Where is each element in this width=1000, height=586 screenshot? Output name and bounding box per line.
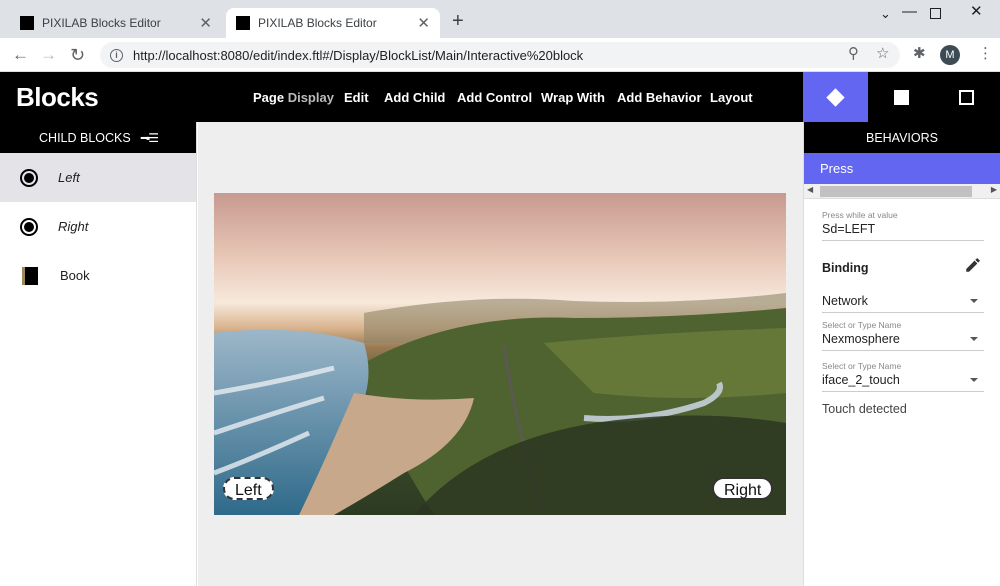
child-item-label: Right	[58, 219, 89, 234]
tree-icon[interactable]: ━▪☰	[141, 131, 159, 145]
forward-icon[interactable]: →	[40, 46, 57, 64]
menu-add-child[interactable]: Add Child	[384, 90, 445, 105]
scrollbar-thumb[interactable]	[820, 186, 972, 197]
touch-status: Touch detected	[822, 402, 907, 416]
behaviors-header: BEHAVIORS	[804, 122, 1000, 153]
pencil-icon[interactable]	[964, 256, 982, 274]
child-blocks-title: CHILD BLOCKS	[39, 130, 131, 145]
behaviors-title: BEHAVIORS	[865, 130, 938, 145]
maximize-icon[interactable]	[930, 8, 941, 19]
square-filled-icon	[894, 89, 909, 105]
chevron-down-icon	[970, 378, 978, 382]
name-select-2[interactable]: Select or Type Name iface_2_touch	[822, 361, 984, 392]
layout-mode-button[interactable]	[934, 72, 999, 122]
name-select-value: iface_2_touch	[822, 373, 900, 387]
menu-add-behavior[interactable]: Add Behavior	[617, 90, 702, 105]
chevron-down-icon	[970, 299, 978, 303]
zoom-icon[interactable]: ⚲	[848, 46, 859, 62]
child-item-right[interactable]: Right	[0, 202, 196, 251]
left-button[interactable]: Left	[223, 477, 274, 500]
child-item-label: Book	[60, 268, 90, 283]
behaviors-panel: BEHAVIORS Press ◀ ▶ Press while at value…	[803, 122, 1000, 586]
tab-title: PIXILAB Blocks Editor	[258, 16, 377, 30]
menu-edit[interactable]: Edit	[344, 90, 369, 105]
minimize-icon[interactable]: —	[902, 4, 917, 20]
behavior-label: Press	[820, 161, 854, 176]
book-icon	[22, 266, 38, 285]
tab-title: PIXILAB Blocks Editor	[42, 16, 161, 30]
avatar[interactable]: M	[940, 45, 960, 65]
menu-wrap-with[interactable]: Wrap With	[541, 90, 605, 105]
app-logo: Blocks	[16, 82, 99, 112]
radio-icon	[20, 217, 38, 236]
url-text: http://localhost:8080/edit/index.ftl#/Di…	[133, 47, 584, 63]
photo-scenery	[214, 293, 786, 515]
horizontal-scrollbar[interactable]: ◀ ▶	[804, 184, 1000, 199]
name-select-value: Nexmosphere	[822, 332, 900, 346]
chevron-down-icon[interactable]: ⌄	[880, 6, 891, 22]
info-icon[interactable]: i	[110, 48, 123, 62]
menu-add-control[interactable]: Add Control	[457, 90, 532, 105]
extensions-icon[interactable]: ✱	[913, 46, 926, 62]
menu-layout[interactable]: Layout	[710, 90, 753, 105]
source-select[interactable]: Network	[822, 292, 984, 313]
menu-page-context: Display	[287, 90, 334, 105]
square-outline-icon	[959, 89, 974, 105]
name-select-1[interactable]: Select or Type Name Nexmosphere	[822, 320, 984, 351]
name-select-label: Select or Type Name	[822, 320, 902, 330]
right-button[interactable]: Right	[712, 477, 774, 500]
behavior-press[interactable]: Press	[804, 153, 1000, 184]
window-close-icon[interactable]: ✕	[970, 4, 983, 20]
child-item-book[interactable]: Book	[0, 251, 196, 300]
press-value-label: Press while at value	[822, 210, 898, 220]
child-item-label: Left	[58, 170, 80, 185]
press-value: Sd=LEFT	[822, 222, 876, 236]
name-select-label: Select or Type Name	[822, 361, 902, 371]
favicon-icon	[236, 16, 250, 30]
source-value: Network	[822, 294, 868, 308]
chevron-down-icon	[970, 337, 978, 341]
coastline-photo[interactable]: Left Right	[214, 193, 786, 515]
press-value-field[interactable]: Press while at value Sd=LEFT	[822, 210, 984, 241]
new-tab-icon[interactable]: +	[452, 11, 464, 31]
star-icon[interactable]: ☆	[876, 46, 889, 62]
editor-canvas: Left Right	[198, 122, 803, 586]
binding-title: Binding	[822, 261, 869, 275]
back-icon[interactable]: ←	[12, 46, 29, 64]
scroll-right-icon[interactable]: ▶	[991, 185, 997, 194]
child-blocks-panel: CHILD BLOCKS ━▪☰ Left Right Book	[0, 122, 197, 586]
diamond-icon	[826, 87, 845, 107]
radio-icon	[20, 168, 38, 187]
app-header: Blocks Page Display Edit Add Child Add C…	[0, 72, 1000, 122]
behaviors-mode-button[interactable]	[803, 72, 868, 122]
more-menu-icon[interactable]: ⋮	[978, 46, 993, 62]
close-icon[interactable]: ✕	[417, 16, 430, 31]
browser-tab-active[interactable]: PIXILAB Blocks Editor ✕	[226, 8, 440, 38]
reload-icon[interactable]: ↻	[70, 46, 85, 64]
browser-tab-bar: PIXILAB Blocks Editor ✕ PIXILAB Blocks E…	[0, 0, 1000, 38]
child-blocks-header: CHILD BLOCKS ━▪☰	[0, 122, 196, 153]
scroll-left-icon[interactable]: ◀	[807, 185, 813, 194]
block-mode-button[interactable]	[869, 72, 934, 122]
child-item-left[interactable]: Left	[0, 153, 196, 202]
menu-page-label: Page	[253, 90, 285, 105]
menu-page-display[interactable]: Page Display	[253, 90, 334, 105]
favicon-icon	[20, 16, 34, 30]
url-input[interactable]: i http://localhost:8080/edit/index.ftl#/…	[100, 42, 900, 68]
browser-tab[interactable]: PIXILAB Blocks Editor ✕	[10, 8, 222, 38]
close-icon[interactable]: ✕	[199, 16, 212, 31]
